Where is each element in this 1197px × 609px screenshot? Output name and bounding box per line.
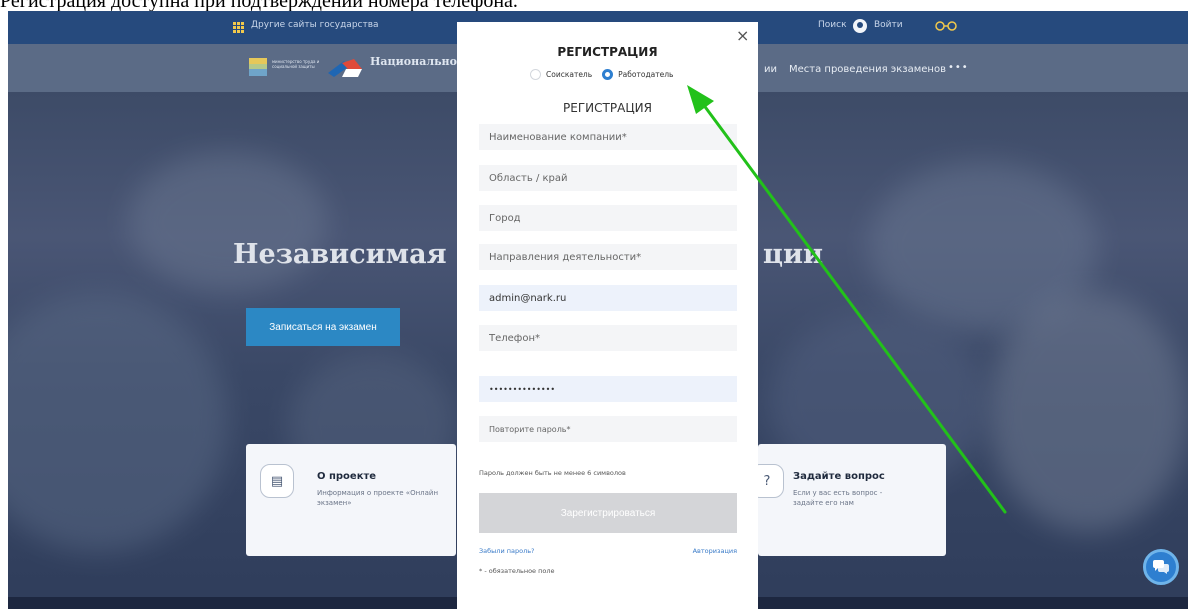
form-subtitle: РЕГИСТРАЦИЯ	[563, 101, 652, 115]
required-field-note: * - обязательное поле	[479, 567, 555, 575]
company-name-field[interactable]	[479, 124, 737, 150]
modal-title: РЕГИСТРАЦИЯ	[557, 45, 658, 59]
chat-icon	[1153, 560, 1169, 574]
radio-job-seeker[interactable]: Соискатель	[530, 69, 592, 80]
agency-logo[interactable]	[328, 57, 362, 79]
radio-label: Работодатель	[618, 70, 674, 79]
agency-name[interactable]: Национальное агентство развития квалифик…	[370, 56, 460, 68]
hero-title-left: Независимая	[233, 239, 447, 270]
registration-modal: × РЕГИСТРАЦИЯ Соискатель Работодатель РЕ…	[457, 22, 758, 609]
ministry-caption: министерство труда и социальной защиты	[272, 59, 320, 69]
about-card-title: О проекте	[317, 471, 377, 482]
forgot-password-link[interactable]: Забыли пароль?	[479, 547, 535, 555]
search-link[interactable]: Поиск	[818, 20, 847, 30]
caption-text: Регистрация доступна при подтверждении н…	[0, 0, 518, 12]
about-card-text: Информация о проекте «Онлайн экзамен»	[317, 489, 439, 507]
hero-photo-shape	[8, 292, 228, 552]
password-repeat-field[interactable]	[479, 416, 737, 442]
question-card-title: Задайте вопрос	[793, 471, 885, 482]
hero-photo-shape	[128, 152, 328, 292]
password-hint: Пароль должен быть не менее 6 символов	[479, 469, 626, 477]
signup-exam-button[interactable]: Записаться на экзамен	[246, 308, 400, 346]
nav-item-partial[interactable]: ии	[764, 64, 777, 75]
region-field[interactable]	[479, 165, 737, 191]
city-field[interactable]	[479, 205, 737, 231]
question-card[interactable]: ? Задайте вопрос Если у вас есть вопрос …	[750, 444, 946, 556]
ministry-logo	[249, 58, 267, 76]
radio-label: Соискатель	[546, 70, 593, 79]
accessibility-glasses-icon[interactable]	[935, 21, 957, 31]
close-icon[interactable]: ×	[736, 28, 749, 44]
nav-item-exam-places[interactable]: Места проведения экзаменов	[789, 64, 946, 75]
apps-grid-icon[interactable]	[233, 22, 244, 33]
hero-title-right: ции	[763, 239, 823, 270]
user-icon[interactable]	[853, 19, 867, 33]
document-icon: ▤	[260, 464, 294, 498]
register-button[interactable]: Зарегистрироваться	[479, 493, 737, 533]
radio-dot[interactable]	[602, 69, 614, 80]
login-link[interactable]: Авторизация	[677, 547, 737, 555]
role-radio-group: Соискатель Работодатель	[530, 69, 683, 80]
phone-field[interactable]	[479, 325, 737, 351]
login-link[interactable]: Войти	[874, 20, 903, 30]
about-card[interactable]: ▤ О проекте Информация о проекте «Онлайн…	[246, 444, 456, 556]
chat-button[interactable]	[1143, 549, 1179, 585]
other-sites-link[interactable]: Другие сайты государства	[251, 20, 379, 30]
radio-employer[interactable]: Работодатель	[602, 69, 673, 80]
radio-dot[interactable]	[530, 69, 541, 80]
password-field[interactable]	[479, 376, 737, 402]
email-field[interactable]	[479, 285, 737, 311]
hero-photo-shape	[988, 292, 1188, 532]
nav-more-icon[interactable]: •••	[948, 62, 969, 73]
activity-field[interactable]	[479, 244, 737, 270]
question-card-text: Если у вас есть вопрос - задайте его нам	[793, 489, 883, 507]
